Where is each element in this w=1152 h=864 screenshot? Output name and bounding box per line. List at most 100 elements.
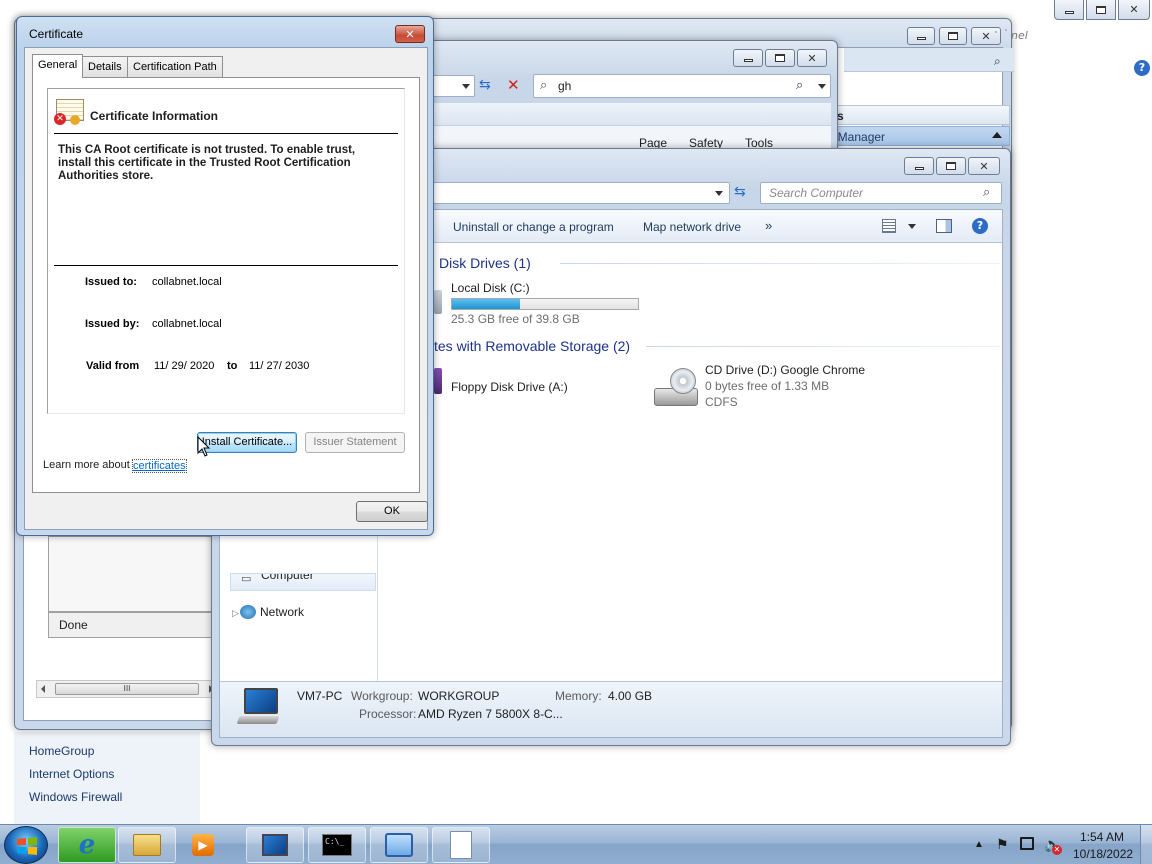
start-button[interactable] [4, 826, 48, 864]
search-icon[interactable]: ⌕ [994, 54, 1010, 70]
network-tray-icon[interactable] [1020, 837, 1034, 850]
search-computer-field[interactable]: Search Computer ⌕ [760, 182, 1002, 204]
taskbar-cmd-button[interactable]: C:\_ [308, 827, 366, 863]
view-options-icon[interactable] [882, 219, 896, 233]
desktop-restore-button[interactable] [1086, 0, 1116, 20]
taskbar-explorer-button[interactable] [118, 827, 176, 863]
certificate-info-heading: Certificate Information [90, 109, 219, 123]
tab-general[interactable]: General [32, 54, 84, 78]
install-certificate-button[interactable]: Install Certificate... [197, 432, 297, 453]
hard-disk-icon [434, 290, 442, 314]
tab-details[interactable]: Details [82, 56, 128, 77]
close-button[interactable]: ✕ [968, 157, 1000, 175]
taskbar-network-button[interactable] [370, 827, 428, 863]
search-icon[interactable]: ⌕ [983, 185, 990, 200]
expand-network-icon[interactable]: ▷ [232, 609, 239, 619]
help-icon[interactable]: ? [1134, 60, 1150, 76]
maximize-button[interactable] [939, 27, 967, 45]
actions-item[interactable]: ice Manager [814, 126, 1010, 146]
floppy-icon [434, 368, 442, 394]
local-disk-name[interactable]: Local Disk (C:) [451, 281, 530, 295]
show-desktop-button[interactable] [1140, 825, 1152, 864]
nav-network[interactable]: Network [260, 605, 304, 619]
network-icon [240, 605, 256, 619]
clock-date[interactable]: 10/18/2022 [1073, 847, 1133, 861]
removable-group-header[interactable]: tes with Removable Storage (2) [434, 338, 630, 354]
help-icon[interactable]: ? [972, 218, 988, 234]
scroll-thumb[interactable]: III [55, 683, 199, 695]
more-commands-button[interactable]: » [765, 218, 772, 233]
mouse-cursor-icon [197, 436, 211, 457]
preview-pane-icon[interactable] [936, 219, 952, 233]
close-button[interactable]: ✕ [797, 49, 827, 67]
computer-icon: ▭ [241, 573, 252, 585]
collapse-icon[interactable] [992, 132, 1002, 138]
ok-button[interactable]: OK [356, 501, 428, 522]
chevron-down-icon[interactable] [818, 84, 826, 89]
issued-by-label: Issued by: [85, 318, 140, 330]
refresh-icon[interactable]: ⇆ [479, 77, 491, 93]
map-network-drive-button[interactable]: Map network drive [643, 220, 741, 234]
disk-usage-fill [452, 299, 520, 309]
taskbar-control-panel-button[interactable] [246, 827, 304, 863]
desktop-close-button[interactable]: ✕ [1118, 0, 1150, 20]
horizontal-scrollbar[interactable]: III [36, 680, 216, 698]
search-go-icon[interactable]: ⌕ [796, 78, 803, 93]
certificates-link[interactable]: certificates [132, 459, 187, 473]
maximize-button[interactable] [936, 157, 966, 175]
issuer-statement-button: Issuer Statement [305, 432, 405, 453]
certificate-info-box: ✕ Certificate Information This CA Root c… [47, 88, 405, 414]
status-text: Done [48, 612, 228, 638]
control-panel-sidebar: HomeGroup Internet Options Windows Firew… [14, 732, 200, 824]
refresh-icon[interactable]: ⇆ [734, 184, 746, 200]
scroll-left-icon[interactable] [41, 685, 45, 693]
windows-logo-icon [17, 837, 37, 855]
action-center-flag-icon[interactable]: ⚑ [996, 836, 1009, 853]
search-input[interactable]: Search Computer [769, 186, 863, 200]
chevron-down-icon[interactable] [908, 224, 916, 229]
minimize-button[interactable] [907, 27, 935, 45]
search-field[interactable]: ⌕ gh ⌕ [533, 74, 831, 98]
show-hidden-icons-icon[interactable]: ▲ [974, 839, 984, 850]
clock-time[interactable]: 1:54 AM [1080, 830, 1124, 844]
search-input[interactable]: gh [558, 79, 571, 93]
issued-to-value: collabnet.local [152, 276, 222, 288]
chevron-down-icon[interactable] [715, 191, 723, 196]
taskbar-ie-button[interactable]: e [58, 827, 116, 863]
certificate-warning-icon: ✕ [54, 99, 84, 127]
nav-computer[interactable]: Computer [261, 574, 314, 582]
certificate-dialog: Certificate ✕ General Details Certificat… [16, 16, 434, 536]
stop-icon[interactable]: ✕ [507, 76, 520, 94]
local-disk-free: 25.3 GB free of 39.8 GB [451, 312, 580, 326]
processor-label: Processor: [359, 707, 417, 721]
tab-certification-path[interactable]: Certification Path [127, 56, 223, 77]
taskbar-media-button[interactable]: ▶ [180, 827, 226, 863]
search-icon: ⌕ [540, 78, 548, 93]
taskbar-notepad-button[interactable] [432, 827, 490, 863]
computer-management-icon [262, 834, 288, 856]
valid-from-value: 11/ 29/ 2020 [154, 360, 215, 372]
issued-to-label: Issued to: [85, 276, 137, 288]
chevron-down-icon [462, 84, 470, 89]
cd-drive-name[interactable]: CD Drive (D:) Google Chrome [705, 363, 865, 377]
homegroup-link[interactable]: HomeGroup [29, 744, 94, 758]
cd-drive-filesystem: CDFS [705, 395, 738, 409]
floppy-drive-name[interactable]: Floppy Disk Drive (A:) [451, 380, 568, 394]
memory-label: Memory: [555, 689, 602, 703]
windows-firewall-link[interactable]: Windows Firewall [29, 790, 122, 804]
workgroup-label: Workgroup: [351, 689, 413, 703]
internet-options-link[interactable]: Internet Options [29, 767, 114, 781]
mute-badge-icon: ✕ [1052, 845, 1062, 855]
valid-from-label: Valid from [86, 360, 140, 372]
minimize-button[interactable] [904, 157, 934, 175]
minimize-button[interactable] [733, 49, 763, 67]
address-bar[interactable] [422, 182, 730, 204]
close-button[interactable]: ✕ [395, 25, 425, 43]
uninstall-program-button[interactable]: Uninstall or change a program [453, 220, 614, 234]
hard-disk-group-header[interactable]: Disk Drives (1) [439, 255, 531, 271]
close-button[interactable]: ✕ [971, 27, 1001, 45]
issued-by-value: collabnet.local [152, 318, 222, 330]
dialog-title: Certificate [29, 27, 84, 41]
maximize-button[interactable] [765, 49, 795, 67]
desktop-minimize-button[interactable] [1054, 0, 1084, 20]
